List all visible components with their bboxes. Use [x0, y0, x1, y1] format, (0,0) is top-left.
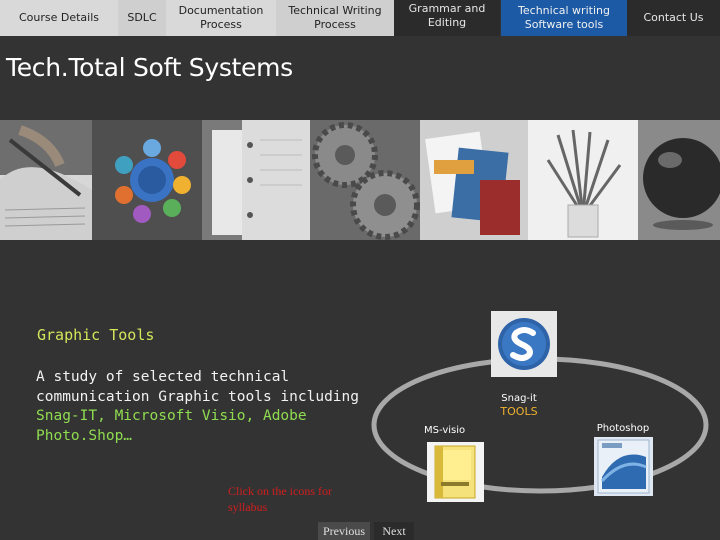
brochures-photo — [420, 120, 528, 240]
visio-icon[interactable] — [427, 442, 484, 502]
snagit-sublabel: TOOLS — [500, 405, 538, 418]
process-diagram-photo — [92, 120, 202, 240]
visio-label: MS-visio — [424, 425, 466, 436]
click-icons-note: Click on the icons for syllabus — [228, 484, 332, 514]
binder-photo — [202, 120, 310, 240]
section-title: Graphic Tools — [37, 326, 155, 344]
next-button[interactable]: Next — [374, 522, 414, 540]
previous-button[interactable]: Previous — [318, 522, 370, 540]
snagit-icon[interactable] — [491, 311, 557, 377]
glass-sphere-photo — [638, 120, 720, 240]
pen-and-paper-photo — [0, 120, 92, 240]
tab-sdlc[interactable]: SDLC — [118, 0, 166, 36]
snagit-label: Snag-it TOOLS — [494, 392, 544, 418]
tab-contact-us[interactable]: Contact Us — [627, 0, 720, 36]
tab-software-tools[interactable]: Technical writing Software tools — [501, 0, 627, 36]
description-tools: Snag-IT, Microsoft Visio, Adobe Photo.Sh… — [36, 408, 307, 444]
pencils-photo — [528, 120, 638, 240]
tab-course-details[interactable]: Course Details — [0, 0, 118, 36]
site-title: Tech.Total Soft Systems — [6, 53, 293, 82]
tab-technical-writing-process[interactable]: Technical Writing Process — [276, 0, 394, 36]
description-text: A study of selected technical communicat… — [36, 369, 360, 405]
tab-grammar-and-editing[interactable]: Grammar and Editing — [394, 0, 500, 36]
photoshop-label: Photoshop — [596, 423, 650, 434]
gears-photo — [310, 120, 420, 240]
tab-documentation-process[interactable]: Documentation Process — [166, 0, 276, 36]
top-navigation: Course Details SDLC Documentation Proces… — [0, 0, 720, 36]
photoshop-icon[interactable] — [594, 437, 653, 496]
course-description: A study of selected technical communicat… — [36, 368, 366, 446]
